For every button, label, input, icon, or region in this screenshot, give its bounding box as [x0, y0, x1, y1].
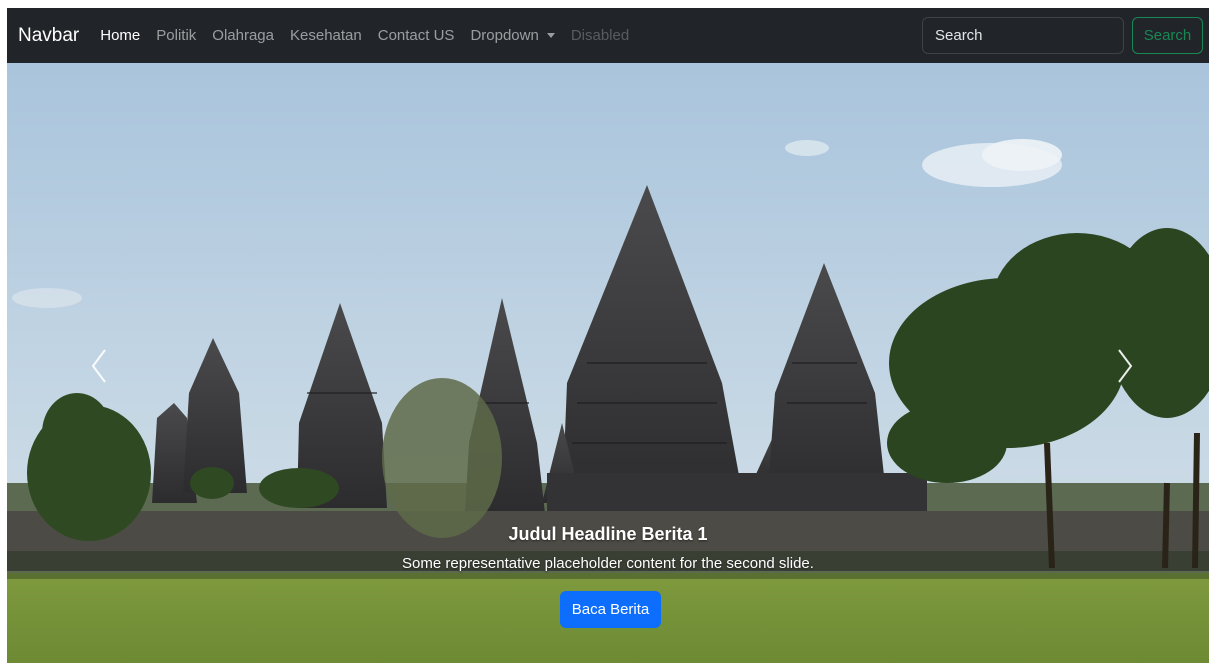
chevron-left-icon [91, 349, 106, 383]
slide-caption-text: Some representative placeholder content … [402, 555, 814, 572]
news-carousel: Judul Headline Berita 1 Some representat… [7, 63, 1209, 663]
slide-image [7, 63, 1209, 663]
navbar-brand[interactable]: Navbar [18, 25, 79, 47]
nav-link-home[interactable]: Home [100, 27, 140, 44]
carousel-next-control[interactable] [1109, 346, 1139, 386]
nav-link-disabled: Disabled [570, 27, 630, 44]
search-form: Search [922, 17, 1203, 54]
chevron-right-icon [1118, 349, 1133, 383]
nav-dropdown-toggle[interactable]: Dropdown [470, 27, 555, 44]
search-button[interactable]: Search [1132, 17, 1203, 54]
read-news-button[interactable]: Baca Berita [560, 591, 661, 628]
page-frame: Navbar Home Politik Olahraga Kesehatan C… [7, 8, 1209, 663]
nav-link-kesehatan[interactable]: Kesehatan [290, 27, 362, 44]
slide-caption-title: Judul Headline Berita 1 [508, 524, 708, 544]
nav-link-olahraga[interactable]: Olahraga [212, 27, 274, 44]
nav-links: Home Politik Olahraga Kesehatan Contact … [100, 27, 645, 44]
dropdown-label: Dropdown [470, 27, 539, 44]
nav-link-contact-us[interactable]: Contact US [378, 27, 455, 44]
search-input[interactable] [922, 17, 1124, 54]
caret-down-icon [546, 33, 555, 38]
top-navbar: Navbar Home Politik Olahraga Kesehatan C… [7, 8, 1209, 63]
carousel-prev-control[interactable] [85, 346, 115, 386]
nav-link-politik[interactable]: Politik [156, 27, 196, 44]
